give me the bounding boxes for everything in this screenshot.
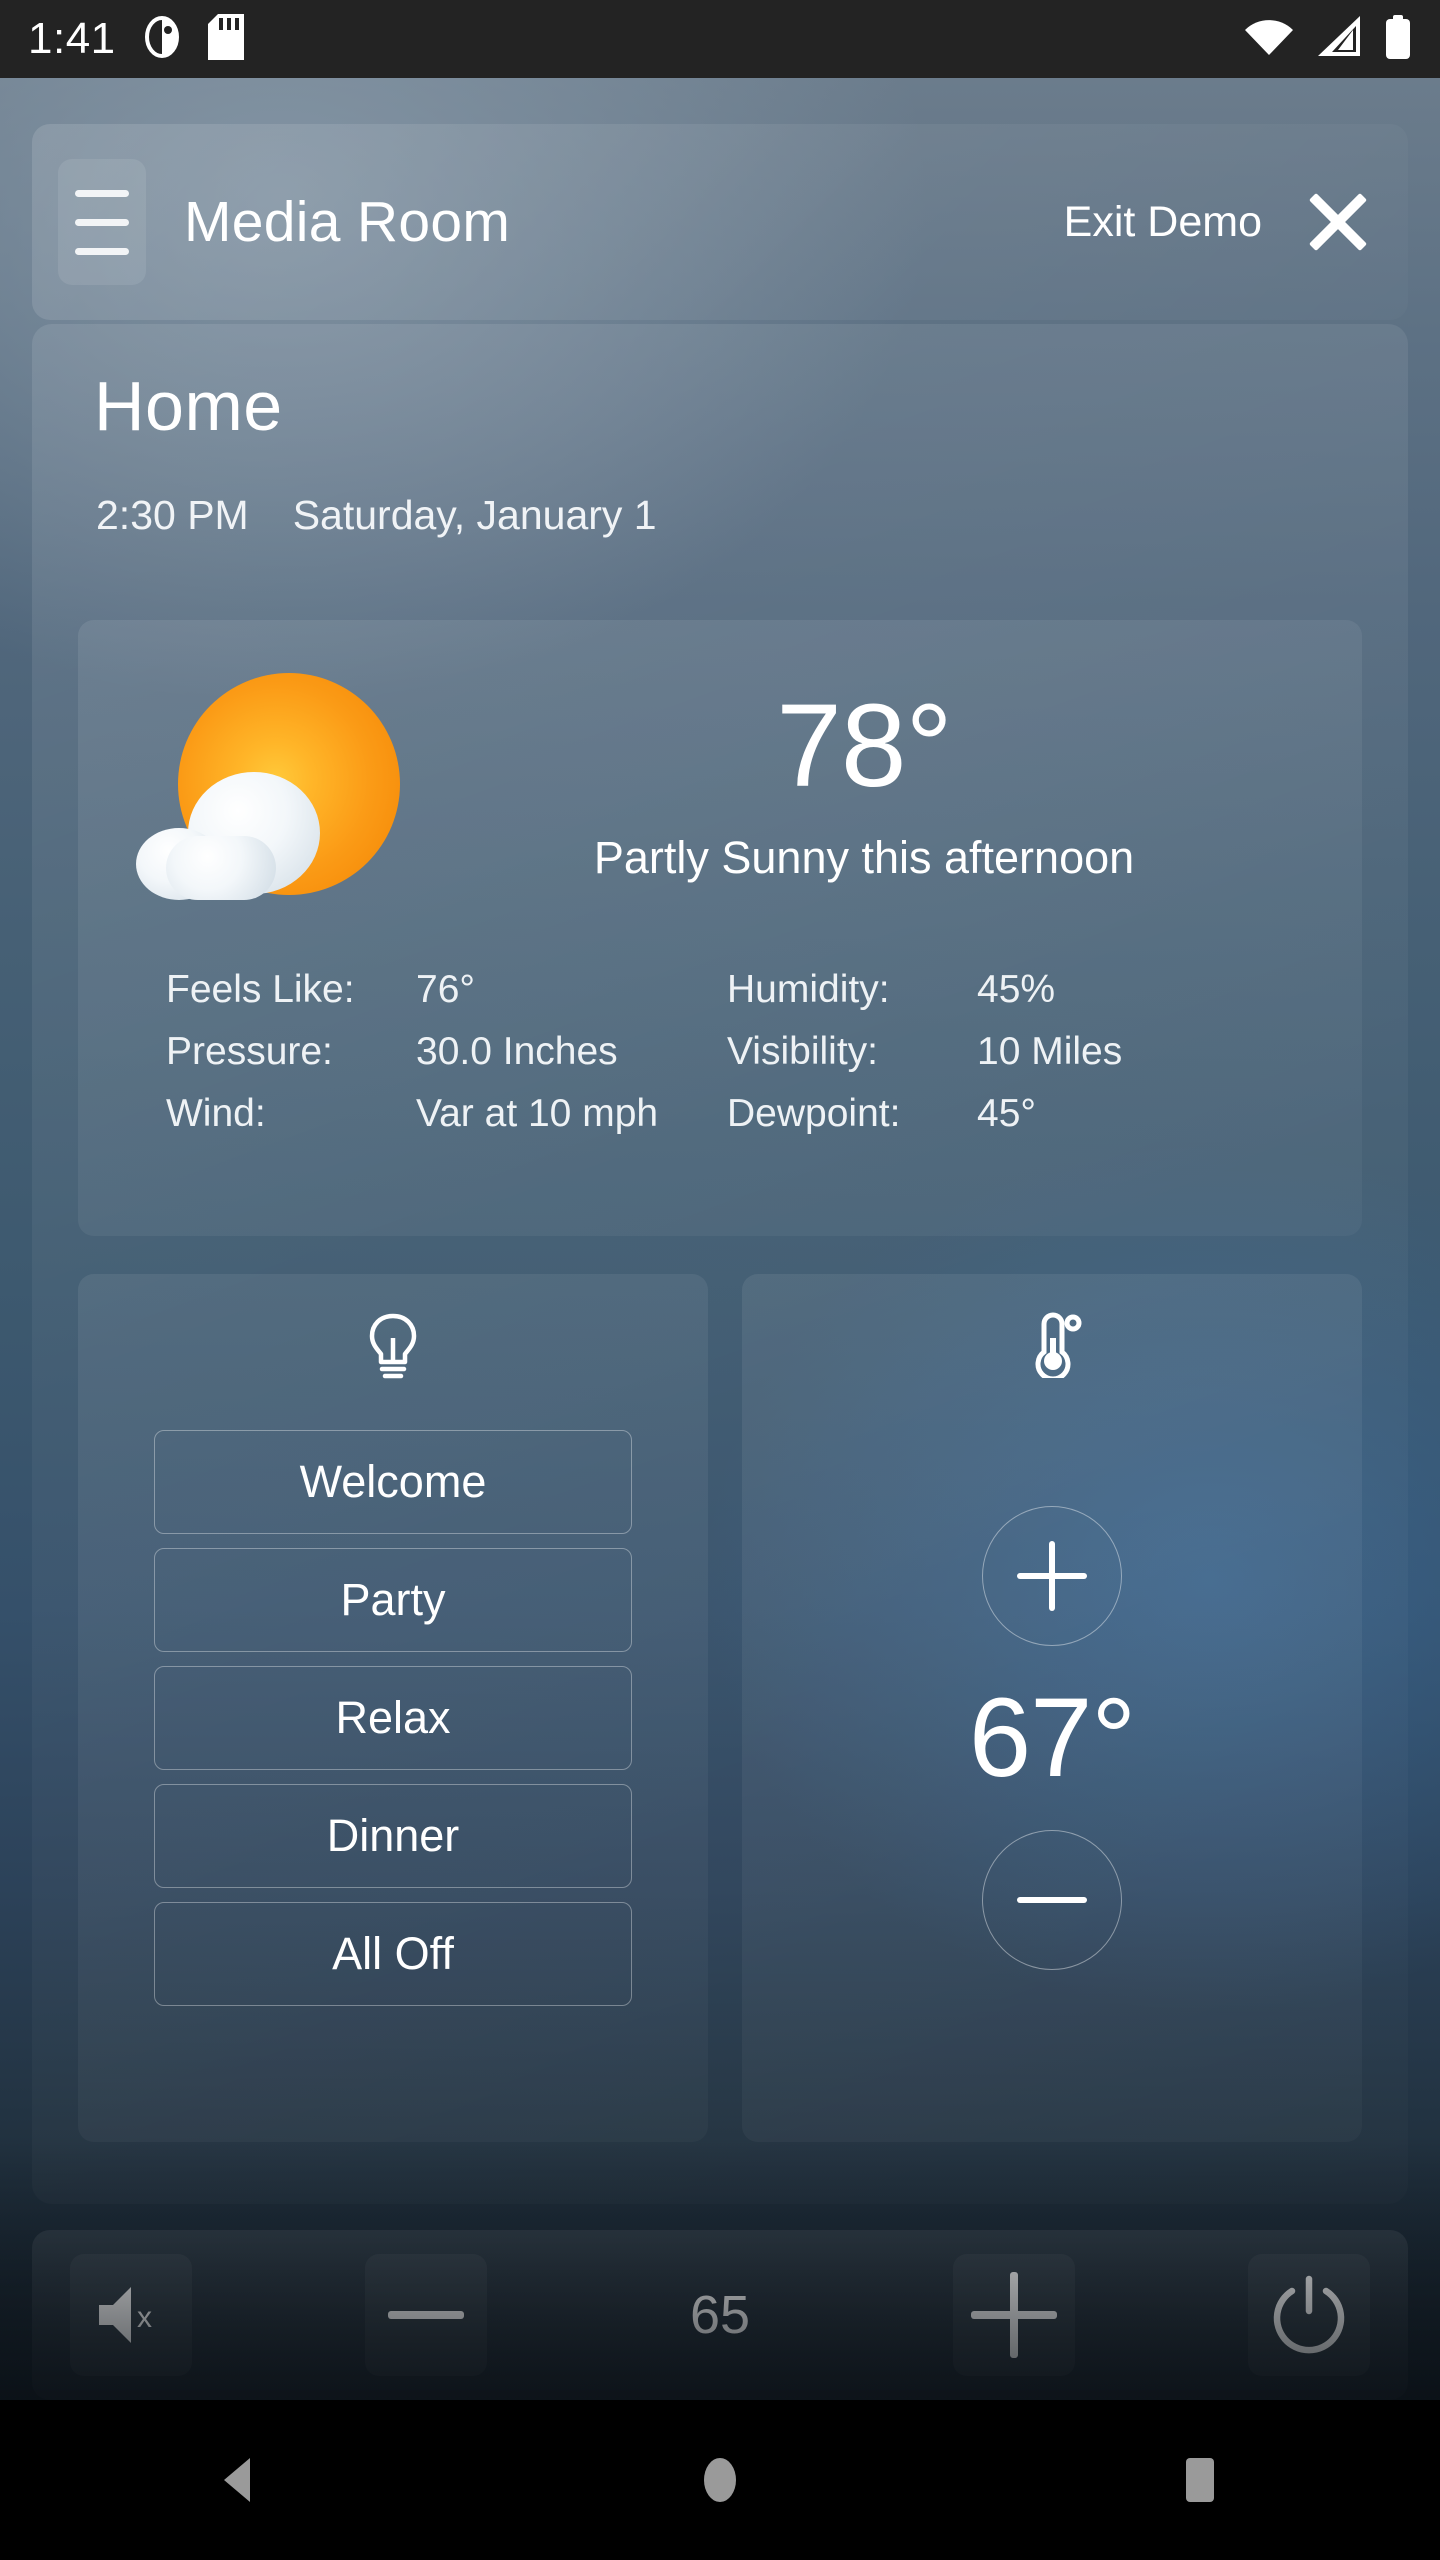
detail-value: 30.0 Inches — [416, 1030, 618, 1073]
plus-icon — [971, 2272, 1057, 2358]
cellular-signal-icon — [1316, 15, 1362, 63]
android-nav-bar — [0, 2400, 1440, 2560]
scene-button-welcome[interactable]: Welcome — [154, 1430, 632, 1534]
weather-details: Feels Like: 76° Pressure: 30.0 Inches Wi… — [78, 968, 1362, 1136]
minus-icon — [388, 2311, 464, 2319]
camera-blocked-icon — [142, 15, 182, 64]
detail-label: Visibility: — [727, 1030, 878, 1073]
current-temperature: 78° — [776, 679, 952, 812]
detail-row: Dewpoint: 45° — [727, 1092, 1288, 1136]
detail-value: 10 Miles — [977, 1030, 1123, 1073]
weather-card: 78° Partly Sunny this afternoon Feels Li… — [78, 620, 1362, 1236]
page-title: Home — [94, 367, 283, 445]
temperature-decrease-button[interactable] — [982, 1830, 1122, 1970]
thermostat-controls: 67° — [742, 1506, 1362, 1970]
phone-screen: 1:41 Media Room Exit Demo Home 2:30 PM S… — [0, 0, 1440, 2560]
thermostat-setpoint: 67° — [968, 1675, 1136, 1800]
hamburger-menu-icon[interactable] — [58, 159, 146, 285]
status-bar-right — [1244, 14, 1412, 64]
header-actions: Exit Demo — [1064, 186, 1374, 258]
detail-value: 45% — [977, 968, 1056, 1011]
volume-mute-icon[interactable]: x — [70, 2254, 192, 2376]
home-main-card: Home 2:30 PM Saturday, January 1 78° Par… — [32, 324, 1408, 2204]
close-icon[interactable] — [1302, 186, 1374, 258]
exit-demo-button[interactable]: Exit Demo — [1064, 198, 1262, 247]
lighting-panel: Welcome Party Relax Dinner All Off — [78, 1274, 708, 2142]
app-header-bar: Media Room Exit Demo — [32, 124, 1408, 320]
detail-label: Dewpoint: — [727, 1092, 901, 1135]
wifi-icon — [1244, 17, 1294, 62]
current-time: 2:30 PM — [96, 492, 249, 538]
scene-button-all-off[interactable]: All Off — [154, 1902, 632, 2006]
detail-label: Humidity: — [727, 968, 890, 1011]
detail-value: 76° — [416, 968, 475, 1011]
media-toolbar: x 65 — [32, 2230, 1408, 2400]
detail-value: 45° — [977, 1092, 1036, 1135]
battery-icon — [1384, 14, 1412, 64]
back-triangle-icon[interactable] — [160, 2400, 320, 2560]
scene-button-dinner[interactable]: Dinner — [154, 1784, 632, 1888]
cloud-shape — [136, 772, 326, 900]
power-button[interactable] — [1248, 2254, 1370, 2376]
detail-row: Visibility: 10 Miles — [727, 1030, 1288, 1074]
control-panels: Welcome Party Relax Dinner All Off 67° — [78, 1274, 1362, 2142]
status-bar-clock: 1:41 — [28, 14, 116, 63]
room-title: Media Room — [184, 190, 511, 254]
detail-label: Wind: — [166, 1092, 266, 1135]
weather-summary: 78° Partly Sunny this afternoon — [78, 620, 1362, 950]
volume-up-button[interactable] — [953, 2254, 1075, 2376]
volume-down-button[interactable] — [365, 2254, 487, 2376]
status-bar-left: 1:41 — [28, 13, 244, 65]
detail-row: Feels Like: 76° — [166, 968, 727, 1012]
weather-readout: 78° Partly Sunny this afternoon — [406, 679, 1322, 884]
recents-square-icon[interactable] — [1120, 2400, 1280, 2560]
partly-sunny-icon — [136, 660, 406, 910]
weather-description: Partly Sunny this afternoon — [593, 832, 1135, 884]
scene-list: Welcome Party Relax Dinner All Off — [154, 1430, 632, 2006]
scene-button-party[interactable]: Party — [154, 1548, 632, 1652]
detail-label: Pressure: — [166, 1030, 333, 1073]
detail-value: Var at 10 mph — [416, 1092, 659, 1135]
current-date: Saturday, January 1 — [292, 492, 657, 538]
scene-button-relax[interactable]: Relax — [154, 1666, 632, 1770]
detail-row: Wind: Var at 10 mph — [166, 1092, 727, 1136]
weather-details-right: Humidity: 45% Visibility: 10 Miles Dewpo… — [727, 968, 1288, 1136]
detail-row: Humidity: 45% — [727, 968, 1288, 1012]
home-circle-icon[interactable] — [640, 2400, 800, 2560]
temperature-increase-button[interactable] — [982, 1506, 1122, 1646]
android-status-bar: 1:41 — [0, 0, 1440, 78]
sd-card-icon — [207, 13, 244, 65]
app-background: Media Room Exit Demo Home 2:30 PM Saturd… — [0, 78, 1440, 2400]
thermometer-icon — [1022, 1312, 1082, 1383]
thermostat-panel: 67° — [742, 1274, 1362, 2142]
lightbulb-icon — [364, 1312, 422, 1385]
weather-details-left: Feels Like: 76° Pressure: 30.0 Inches Wi… — [166, 968, 727, 1136]
detail-label: Feels Like: — [166, 968, 355, 1011]
svg-text:x: x — [137, 2301, 152, 2334]
datetime-row: 2:30 PM Saturday, January 1 — [96, 492, 657, 539]
volume-value: 65 — [689, 2285, 751, 2345]
detail-row: Pressure: 30.0 Inches — [166, 1030, 727, 1074]
